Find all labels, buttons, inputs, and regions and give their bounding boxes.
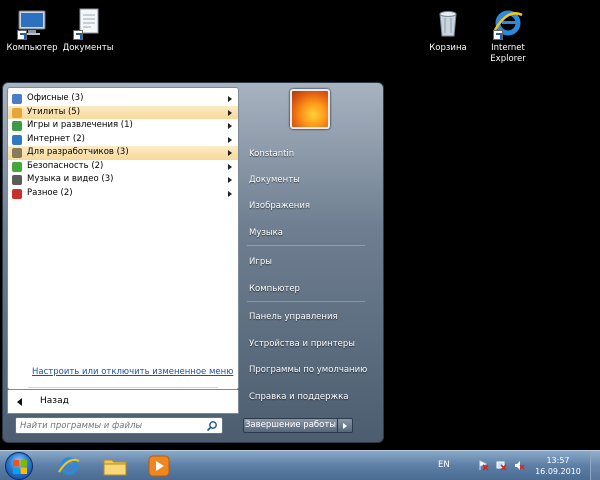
- program-category-label: Интернет (2): [27, 133, 85, 144]
- start-link-music[interactable]: Музыка: [249, 228, 283, 238]
- computer-icon: [15, 6, 49, 40]
- language-indicator[interactable]: EN: [438, 460, 450, 470]
- submenu-arrow-icon: [228, 163, 232, 170]
- desktop-icon-documents[interactable]: Документы: [56, 6, 120, 54]
- divider: [247, 245, 365, 246]
- action-center-icon[interactable]: [478, 460, 489, 471]
- back-label: Назад: [40, 396, 69, 406]
- media-player-icon: [148, 455, 170, 477]
- start-link-devices-printers[interactable]: Устройства и принтеры: [249, 339, 355, 349]
- show-desktop-button[interactable]: [590, 451, 600, 480]
- program-category-label: Утилиты (5): [27, 106, 81, 117]
- utilities-icon: [12, 107, 22, 118]
- customize-menu-link[interactable]: Настроить или отключить измененное меню: [32, 367, 233, 377]
- program-category[interactable]: Игры и развлечения (1): [8, 119, 238, 133]
- developer-icon: [12, 148, 22, 158]
- submenu-arrow-icon: [228, 123, 232, 129]
- games-icon: [12, 121, 22, 131]
- documents-icon: [71, 6, 105, 40]
- submenu-arrow-icon: [228, 109, 232, 116]
- shutdown-options-arrow-icon[interactable]: [338, 418, 353, 433]
- program-category-label: Игры и развлечения (1): [27, 120, 133, 130]
- media-icon: [12, 175, 22, 185]
- submenu-arrow-icon: [228, 136, 232, 143]
- volume-icon[interactable]: [514, 460, 525, 471]
- start-link-help-support[interactable]: Справка и поддержка: [249, 392, 349, 402]
- submenu-arrow-icon: [228, 150, 232, 156]
- search-box[interactable]: [15, 417, 223, 434]
- start-link-default-programs[interactable]: Программы по умолчанию: [249, 365, 367, 375]
- taskbar-media-player[interactable]: [146, 454, 172, 478]
- security-icon: [12, 161, 22, 172]
- windows-logo-icon: [13, 460, 27, 474]
- desktop-icon-computer[interactable]: Компьютер: [0, 6, 64, 54]
- submenu-arrow-icon: [228, 96, 232, 102]
- divider: [28, 387, 218, 388]
- program-category[interactable]: Интернет (2): [8, 133, 238, 147]
- start-link-pictures[interactable]: Изображения: [249, 201, 310, 211]
- taskbar-internet-explorer[interactable]: [56, 454, 82, 478]
- program-category[interactable]: Безопасность (2): [8, 160, 238, 174]
- program-category[interactable]: Офисные (3): [8, 92, 238, 106]
- start-link-computer[interactable]: Компьютер: [249, 284, 300, 294]
- internet-icon: [12, 134, 22, 145]
- program-category[interactable]: Музыка и видео (3): [8, 173, 238, 187]
- program-category-label: Музыка и видео (3): [27, 174, 114, 184]
- recycle-bin-icon: [431, 6, 465, 40]
- clock-time: 13:57: [546, 456, 570, 465]
- program-category-label: Для разработчиков (3): [27, 147, 129, 157]
- start-link-games[interactable]: Игры: [249, 257, 272, 267]
- search-icon[interactable]: [206, 420, 218, 432]
- desktop-icon-label: Компьютер: [6, 43, 58, 53]
- office-icon: [12, 94, 22, 104]
- program-list: Офисные (3) Утилиты (5) Игры и развлечения…: [8, 88, 238, 200]
- search-input[interactable]: [20, 419, 200, 432]
- desktop-icon-internet-explorer[interactable]: Internet Explorer: [476, 6, 540, 65]
- network-icon[interactable]: [496, 460, 507, 471]
- program-category[interactable]: Утилиты (5): [8, 105, 238, 119]
- start-menu: Офисные (3) Утилиты (5) Игры и развлечения…: [2, 82, 384, 443]
- internet-explorer-icon: [58, 457, 80, 475]
- taskbar-explorer[interactable]: [102, 454, 128, 478]
- user-avatar[interactable]: [290, 89, 330, 129]
- back-button[interactable]: Назад: [7, 390, 239, 414]
- back-arrow-icon: [17, 398, 22, 406]
- program-category-label: Безопасность (2): [27, 160, 104, 171]
- programs-pane: Офисные (3) Утилиты (5) Игры и развлечения…: [7, 87, 239, 390]
- misc-icon: [12, 188, 22, 199]
- clock-date: 16.09.2010: [535, 467, 581, 476]
- program-category-label: Разное (2): [27, 187, 73, 198]
- desktop-icon-label: Документы: [62, 43, 114, 53]
- start-button[interactable]: [5, 452, 33, 480]
- clock[interactable]: 13:57 16.09.2010: [534, 455, 582, 477]
- shutdown-button[interactable]: Завершение работы: [243, 418, 338, 433]
- start-link-documents[interactable]: Документы: [249, 175, 300, 185]
- taskbar: EN 13:57 16.09.2010: [0, 450, 600, 480]
- submenu-arrow-icon: [228, 177, 232, 183]
- desktop-icon-label: Корзина: [429, 43, 467, 53]
- program-category[interactable]: Для разработчиков (3): [8, 146, 238, 160]
- program-category[interactable]: Разное (2): [8, 187, 238, 201]
- desktop-icon-label: Internet Explorer: [490, 43, 526, 64]
- desktop-icon-recycle-bin[interactable]: Корзина: [416, 6, 480, 54]
- program-category-label: Офисные (3): [27, 93, 84, 103]
- divider: [247, 301, 365, 302]
- submenu-arrow-icon: [228, 190, 232, 197]
- start-link-user-name[interactable]: Konstantin: [249, 149, 294, 159]
- folder-icon: [103, 459, 127, 476]
- start-link-control-panel[interactable]: Панель управления: [249, 312, 338, 322]
- internet-explorer-icon: [491, 6, 525, 40]
